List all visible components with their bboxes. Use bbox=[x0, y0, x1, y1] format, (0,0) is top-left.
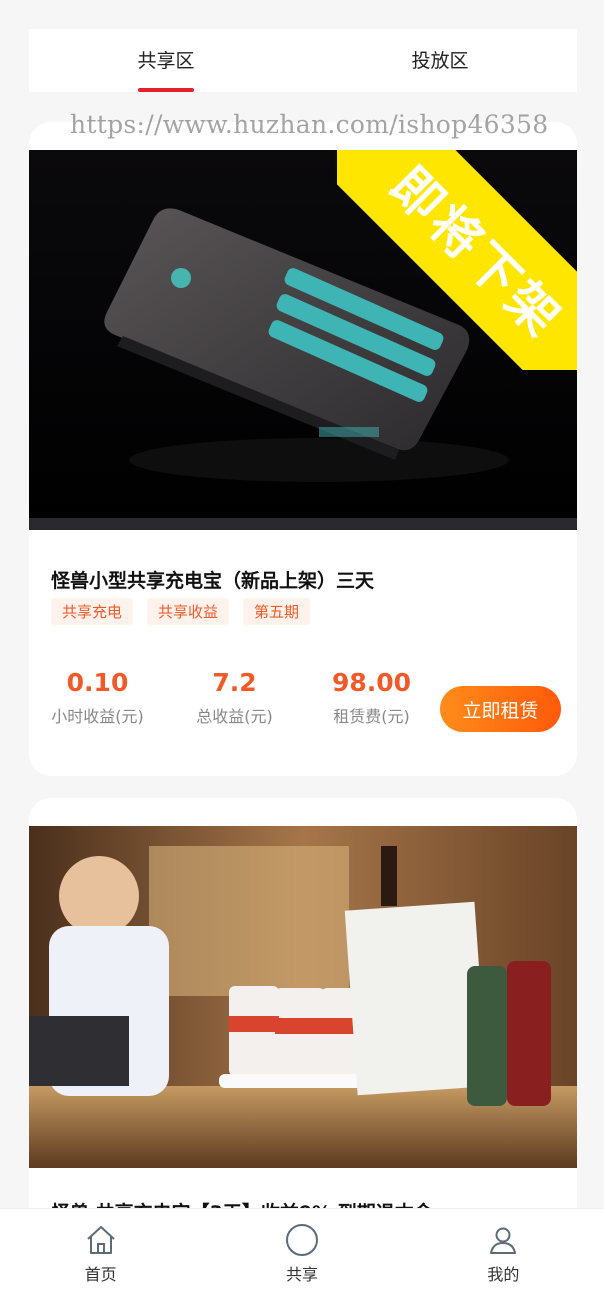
tab-active-indicator bbox=[138, 88, 194, 92]
product-image bbox=[29, 826, 577, 1168]
stat-label: 小时收益(元) bbox=[51, 707, 144, 726]
stat-rent-fee: 98.00 租赁费(元) bbox=[303, 668, 440, 727]
stat-label: 总收益(元) bbox=[196, 707, 273, 726]
product-card[interactable]: 怪兽 共享充电宝【3天】收益9% 到期退本金 bbox=[29, 798, 577, 1258]
stat-label: 租赁费(元) bbox=[333, 707, 410, 726]
ribbon: 即将下架 bbox=[337, 150, 577, 370]
product-tags: 共享充电 共享收益 第五期 bbox=[51, 598, 311, 625]
tab-share-zone-label: 共享区 bbox=[137, 49, 195, 72]
home-icon bbox=[86, 1226, 115, 1254]
tag: 第五期 bbox=[243, 598, 311, 625]
tab-placement-zone[interactable]: 投放区 bbox=[303, 29, 577, 92]
nav-profile-label: 我的 bbox=[487, 1265, 520, 1284]
stat-hourly-income: 0.10 小时收益(元) bbox=[29, 668, 166, 727]
nav-share[interactable]: 共享 bbox=[201, 1209, 402, 1295]
stat-total-income: 7.2 总收益(元) bbox=[166, 668, 303, 727]
tab-share-zone[interactable]: 共享区 bbox=[29, 29, 303, 92]
ribbon-text: 即将下架 bbox=[379, 155, 574, 350]
bottom-nav: 首页 共享 我的 bbox=[0, 1208, 604, 1295]
stat-value: 0.10 bbox=[66, 668, 129, 697]
product-stats: 0.10 小时收益(元) 7.2 总收益(元) 98.00 租赁费(元) bbox=[29, 668, 440, 727]
tab-bar: 共享区 投放区 bbox=[29, 29, 577, 92]
tag: 共享充电 bbox=[51, 598, 134, 625]
nav-home[interactable]: 首页 bbox=[0, 1209, 201, 1295]
share-icon bbox=[285, 1224, 318, 1256]
nav-home-label: 首页 bbox=[84, 1265, 117, 1284]
stat-value: 7.2 bbox=[212, 668, 257, 697]
page: 共享区 投放区 https://www.huzhan.com/ishop4635… bbox=[0, 0, 604, 1295]
tag: 共享收益 bbox=[147, 598, 230, 625]
rent-now-button[interactable]: 立即租赁 bbox=[440, 686, 561, 732]
stat-value: 98.00 bbox=[331, 668, 412, 697]
watermark: https://www.huzhan.com/ishop46358 bbox=[70, 110, 549, 139]
nav-share-label: 共享 bbox=[285, 1265, 318, 1284]
tab-placement-zone-label: 投放区 bbox=[411, 49, 469, 72]
product-title: 怪兽小型共享充电宝（新品上架）三天 bbox=[51, 570, 375, 592]
nav-profile[interactable]: 我的 bbox=[403, 1209, 604, 1295]
product-image: 即将下架 bbox=[29, 150, 577, 530]
shop-counter-photo bbox=[29, 826, 577, 1168]
user-icon bbox=[490, 1227, 517, 1254]
product-card[interactable]: 即将下架 怪兽小型共享充电宝（新品上架）三天 共享充电 共享收益 第五期 0.1… bbox=[29, 122, 577, 776]
